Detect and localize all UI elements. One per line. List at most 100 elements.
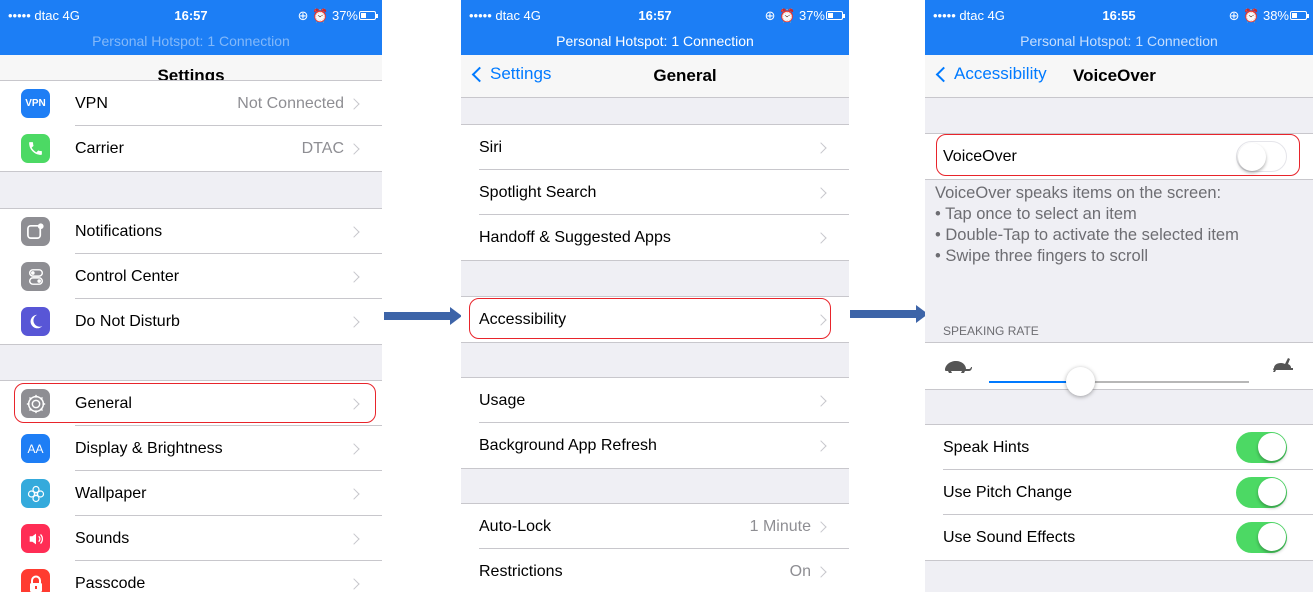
chevron-right-icon bbox=[348, 442, 360, 455]
general-item-value: 1 Minute bbox=[749, 517, 811, 535]
chevron-right-icon bbox=[348, 487, 360, 500]
option-label: Use Sound Effects bbox=[943, 528, 1076, 546]
settings-item-carrier[interactable]: Carrier DTAC bbox=[0, 126, 382, 171]
voiceover-toggle[interactable] bbox=[1236, 141, 1287, 172]
general-item-handoff[interactable]: Handoff & Suggested Apps bbox=[461, 215, 849, 260]
settings-item-general[interactable]: General bbox=[0, 381, 382, 426]
general-item-usage[interactable]: Usage bbox=[461, 378, 849, 423]
vpn-icon: VPN bbox=[21, 89, 50, 118]
speaking-rate-label: SPEAKING RATE bbox=[943, 324, 1039, 338]
settings-item-notifications[interactable]: Notifications bbox=[0, 209, 382, 254]
control-center-icon bbox=[21, 262, 50, 291]
battery-icon bbox=[826, 11, 845, 20]
hotspot-banner[interactable]: Personal Hotspot: 1 Connection bbox=[461, 33, 849, 49]
voiceover-description: VoiceOver speaks items on the screen: • … bbox=[935, 183, 1295, 267]
chevron-right-icon bbox=[348, 315, 360, 328]
description-line: • Double-Tap to activate the selected it… bbox=[935, 226, 1239, 244]
page-title: General bbox=[653, 66, 717, 85]
general-group-4: Auto-Lock 1 Minute Restrictions On bbox=[461, 503, 849, 592]
back-button[interactable]: Accessibility bbox=[933, 64, 1047, 84]
chevron-right-icon bbox=[815, 313, 827, 326]
general-screen: ••••• dtac 4G 16:57 ⊕ ⏰ 37% Personal Hot… bbox=[461, 0, 849, 592]
nav-bar: Accessibility VoiceOver bbox=[925, 55, 1313, 98]
settings-item-label: Sounds bbox=[75, 529, 130, 547]
general-item-label: Background App Refresh bbox=[479, 436, 657, 454]
chevron-right-icon bbox=[348, 397, 360, 410]
general-item-label: Restrictions bbox=[479, 562, 563, 580]
settings-item-label: Passcode bbox=[75, 574, 146, 592]
speaking-rate-slider[interactable] bbox=[989, 367, 1249, 396]
gear-icon bbox=[21, 389, 50, 418]
settings-item-label: Notifications bbox=[75, 222, 163, 240]
option-label: Speak Hints bbox=[943, 438, 1030, 456]
settings-item-label: VPN bbox=[75, 94, 108, 112]
voiceover-group: VoiceOver bbox=[925, 133, 1313, 180]
general-item-spotlight-search[interactable]: Spotlight Search bbox=[461, 170, 849, 215]
status-bar: ••••• dtac 4G 16:55 ⊕ ⏰ 38% Personal Hot… bbox=[925, 0, 1313, 55]
pitch-change-toggle[interactable] bbox=[1236, 477, 1287, 508]
settings-item-label: Carrier bbox=[75, 139, 124, 157]
settings-item-sounds[interactable]: Sounds bbox=[0, 516, 382, 561]
general-item-accessibility[interactable]: Accessibility bbox=[461, 297, 849, 342]
settings-item-label: Control Center bbox=[75, 267, 180, 285]
option-speak-hints[interactable]: Speak Hints bbox=[925, 425, 1313, 470]
battery-icon bbox=[359, 11, 378, 20]
settings-item-vpn[interactable]: VPN VPN Not Connected bbox=[0, 81, 382, 126]
settings-item-value: Not Connected bbox=[237, 94, 344, 112]
settings-group-general: General AA Display & Brightness Wallpape… bbox=[0, 380, 382, 592]
general-item-label: Handoff & Suggested Apps bbox=[479, 228, 671, 246]
chevron-left-icon bbox=[471, 66, 488, 82]
page-title: VoiceOver bbox=[1073, 66, 1156, 85]
settings-item-value: DTAC bbox=[301, 139, 344, 157]
moon-icon bbox=[21, 307, 50, 336]
voiceover-label: VoiceOver bbox=[943, 147, 1017, 165]
settings-screen: ••••• dtac 4G 16:57 ⊕ ⏰ 37% Personal Hot… bbox=[0, 0, 382, 592]
settings-item-label: Display & Brightness bbox=[75, 439, 223, 457]
chevron-right-icon bbox=[815, 231, 827, 244]
chevron-right-icon bbox=[815, 565, 827, 578]
hotspot-banner[interactable]: Personal Hotspot: 1 Connection bbox=[925, 33, 1313, 49]
chevron-right-icon bbox=[815, 439, 827, 452]
status-indicators: ⊕ ⏰ 37% bbox=[297, 8, 358, 23]
general-item-label: Accessibility bbox=[479, 310, 567, 328]
chevron-right-icon bbox=[348, 97, 360, 110]
general-item-siri[interactable]: Siri bbox=[461, 125, 849, 170]
option-use-pitch-change[interactable]: Use Pitch Change bbox=[925, 470, 1313, 515]
general-item-restrictions[interactable]: Restrictions On bbox=[461, 549, 849, 592]
lock-icon bbox=[21, 569, 50, 592]
chevron-right-icon bbox=[815, 394, 827, 407]
speaking-rate-group bbox=[925, 342, 1313, 396]
slider-knob[interactable] bbox=[1066, 367, 1095, 396]
chevron-left-icon bbox=[935, 66, 952, 82]
description-line: • Tap once to select an item bbox=[935, 205, 1137, 223]
general-item-label: Usage bbox=[479, 391, 526, 409]
general-item-background-app-refresh[interactable]: Background App Refresh bbox=[461, 423, 849, 468]
settings-item-wallpaper[interactable]: Wallpaper bbox=[0, 471, 382, 516]
general-item-auto-lock[interactable]: Auto-Lock 1 Minute bbox=[461, 504, 849, 549]
wallpaper-icon bbox=[21, 479, 50, 508]
display-icon: AA bbox=[21, 434, 50, 463]
hotspot-banner[interactable]: Personal Hotspot: 1 Connection bbox=[0, 33, 382, 49]
settings-item-passcode[interactable]: Passcode bbox=[0, 561, 382, 592]
status-indicators: ⊕ ⏰ 38% bbox=[1228, 8, 1289, 23]
general-group-3: Usage Background App Refresh bbox=[461, 377, 849, 469]
chevron-right-icon bbox=[348, 532, 360, 545]
back-button-label: Accessibility bbox=[954, 64, 1047, 83]
option-use-sound-effects[interactable]: Use Sound Effects bbox=[925, 515, 1313, 560]
arrow-right-icon bbox=[850, 305, 928, 323]
settings-group-network: VPN VPN Not Connected Carrier DTAC bbox=[0, 80, 382, 172]
voiceover-screen: ••••• dtac 4G 16:55 ⊕ ⏰ 38% Personal Hot… bbox=[925, 0, 1313, 592]
hare-icon bbox=[1271, 356, 1295, 379]
settings-item-display-brightness[interactable]: AA Display & Brightness bbox=[0, 426, 382, 471]
option-label: Use Pitch Change bbox=[943, 483, 1072, 501]
description-line: VoiceOver speaks items on the screen: bbox=[935, 184, 1222, 202]
settings-item-control-center[interactable]: Control Center bbox=[0, 254, 382, 299]
status-bar: ••••• dtac 4G 16:57 ⊕ ⏰ 37% Personal Hot… bbox=[0, 0, 382, 55]
speak-hints-toggle[interactable] bbox=[1236, 432, 1287, 463]
voiceover-row[interactable]: VoiceOver bbox=[925, 134, 1313, 179]
general-item-label: Spotlight Search bbox=[479, 183, 597, 201]
notifications-icon bbox=[21, 217, 50, 246]
sound-effects-toggle[interactable] bbox=[1236, 522, 1287, 553]
chevron-right-icon bbox=[348, 142, 360, 155]
settings-item-do-not-disturb[interactable]: Do Not Disturb bbox=[0, 299, 382, 344]
